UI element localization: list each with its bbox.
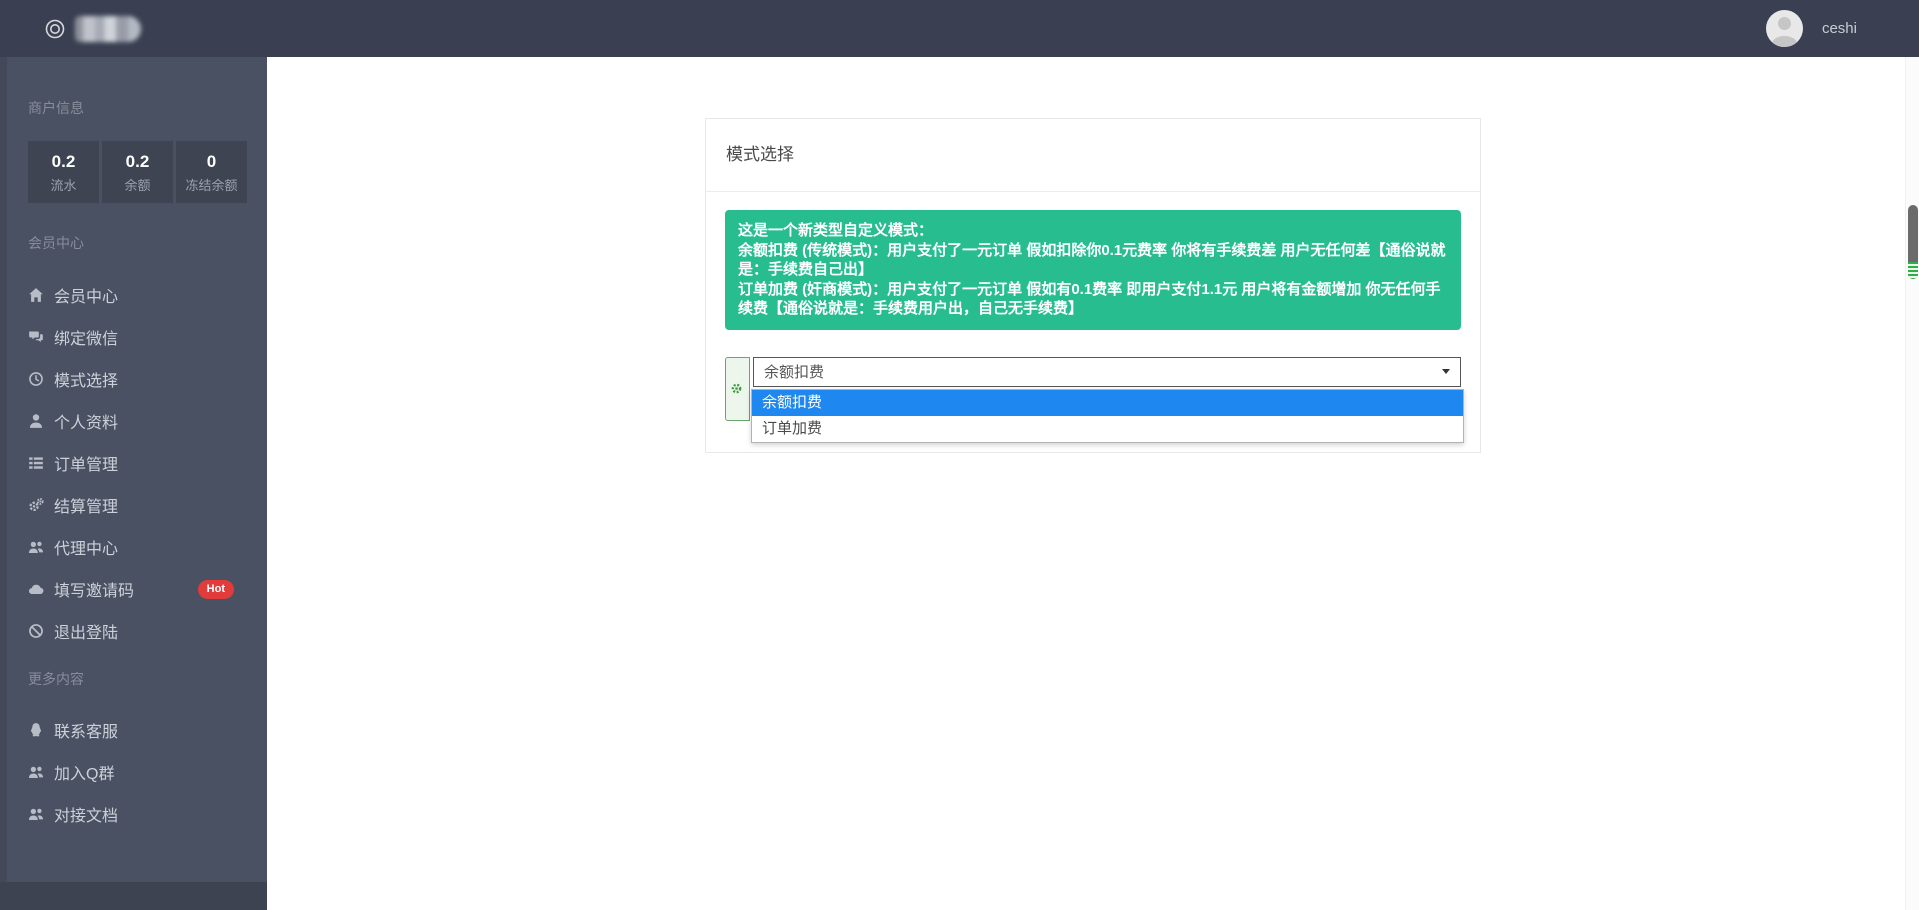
ban-icon (28, 623, 44, 639)
sidebar-menu-item[interactable]: 结算管理 (0, 484, 267, 526)
users-icon (28, 806, 44, 822)
sidebar-item-label: 对接文档 (54, 802, 118, 826)
list-icon (28, 455, 44, 471)
sidebar-menu-more: 联系客服 加入Q群 对接文档 (0, 709, 267, 835)
sidebar-menu-item[interactable]: 加入Q群 (0, 751, 267, 793)
alert-line: 余额扣费 (传统模式)：用户支付了一元订单 假如扣除你0.1元费率 你将有手续费… (738, 241, 1448, 280)
stat-label: 冻结余额 (176, 175, 247, 194)
cogs-icon (28, 497, 44, 513)
sidebar-item-label: 个人资料 (54, 409, 118, 433)
sidebar-item-label: 退出登陆 (54, 619, 118, 643)
qq-icon (28, 722, 44, 738)
clock-icon (28, 371, 44, 387)
section-label-more-content: 更多内容 (28, 669, 267, 689)
main-content: 模式选择 这是一个新类型自定义模式： 余额扣费 (传统模式)：用户支付了一元订单… (267, 57, 1919, 910)
avatar[interactable] (1766, 10, 1803, 47)
stat-box: 0.2 流水 (28, 141, 99, 203)
sidebar-item-label: 绑定微信 (54, 325, 118, 349)
navbar-user-area: ceshi (1766, 10, 1857, 47)
merchant-stats: 0.2 流水 0.2 余额 0 冻结余额 (28, 141, 267, 203)
sidebar-menu-member: 会员中心 绑定微信 模式选择 个人资料 (0, 274, 267, 652)
mode-select-row: 余额扣费 余额扣费 订单加费 (725, 357, 1461, 421)
mode-info-alert: 这是一个新类型自定义模式： 余额扣费 (传统模式)：用户支付了一元订单 假如扣除… (725, 210, 1461, 330)
sidebar-footer (0, 882, 267, 910)
logo-blurred-image (75, 16, 141, 42)
sidebar-item-label: 订单管理 (54, 451, 118, 475)
sidebar-menu-item[interactable]: 填写邀请码 Hot (0, 568, 267, 610)
alert-line: 订单加费 (奸商模式)：用户支付了一元订单 假如有0.1费率 即用户支付1.1元… (738, 280, 1448, 319)
stat-label: 余额 (102, 175, 173, 194)
sidebar: 商户信息 0.2 流水 0.2 余额 0 冻结余额 会员中心 会员中心 (0, 57, 267, 910)
sidebar-menu-item[interactable]: 退出登陆 (0, 610, 267, 652)
scrollbar-thumb[interactable] (1908, 205, 1918, 279)
sidebar-menu-item[interactable]: 绑定微信 (0, 316, 267, 358)
sidebar-item-label: 结算管理 (54, 493, 118, 517)
cloud-icon (28, 581, 44, 597)
logo-ring-icon (44, 18, 66, 40)
sidebar-item-label: 加入Q群 (54, 760, 114, 784)
stat-value: 0.2 (28, 152, 99, 172)
section-label-merchant-info: 商户信息 (28, 98, 267, 118)
comments-icon (28, 329, 44, 345)
sidebar-toggle-button[interactable] (208, 25, 216, 33)
mode-select-dropdown: 余额扣费 订单加费 (751, 389, 1464, 443)
mode-select-wrap: 余额扣费 余额扣费 订单加费 (753, 357, 1461, 387)
stat-box: 0 冻结余额 (176, 141, 247, 203)
card-title: 模式选择 (726, 146, 1460, 164)
gear-addon (725, 357, 750, 421)
user-icon (28, 413, 44, 429)
sidebar-menu-item[interactable]: 模式选择 (0, 358, 267, 400)
home-icon (28, 287, 44, 303)
stat-box: 0.2 余额 (102, 141, 173, 203)
mode-select-option[interactable]: 余额扣费 (752, 390, 1463, 416)
page-scrollbar (1905, 57, 1919, 910)
sidebar-item-label: 会员中心 (54, 283, 118, 307)
sidebar-menu-item[interactable]: 会员中心 (0, 274, 267, 316)
mode-select[interactable]: 余额扣费 (753, 357, 1461, 387)
sidebar-menu-item[interactable]: 对接文档 (0, 793, 267, 835)
stat-value: 0.2 (102, 152, 173, 172)
stat-value: 0 (176, 152, 247, 172)
sidebar-menu-item[interactable]: 联系客服 (0, 709, 267, 751)
sidebar-item-label: 模式选择 (54, 367, 118, 391)
users-icon (28, 764, 44, 780)
card-body: 这是一个新类型自定义模式： 余额扣费 (传统模式)：用户支付了一元订单 假如扣除… (706, 192, 1480, 452)
sidebar-menu-item[interactable]: 代理中心 (0, 526, 267, 568)
section-label-member-center: 会员中心 (28, 233, 267, 253)
mode-select-option[interactable]: 订单加费 (752, 416, 1463, 442)
hot-badge: Hot (198, 580, 234, 599)
scrollbar-thumb-stripes (1908, 262, 1918, 279)
sidebar-item-label: 代理中心 (54, 535, 118, 559)
users-icon (28, 539, 44, 555)
stat-label: 流水 (28, 175, 99, 194)
card-header: 模式选择 (706, 119, 1480, 192)
top-navbar: ceshi (0, 0, 1919, 57)
sidebar-menu-item[interactable]: 个人资料 (0, 400, 267, 442)
sidebar-menu-item[interactable]: 订单管理 (0, 442, 267, 484)
gear-icon (730, 382, 746, 395)
caret-down-icon (1442, 369, 1450, 374)
mode-select-value: 余额扣费 (764, 361, 824, 382)
username[interactable]: ceshi (1822, 20, 1857, 37)
sidebar-item-label: 联系客服 (54, 718, 118, 742)
sidebar-item-label: 填写邀请码 (54, 577, 134, 601)
mode-select-card: 模式选择 这是一个新类型自定义模式： 余额扣费 (传统模式)：用户支付了一元订单… (705, 118, 1481, 453)
alert-line: 这是一个新类型自定义模式： (738, 221, 1448, 241)
